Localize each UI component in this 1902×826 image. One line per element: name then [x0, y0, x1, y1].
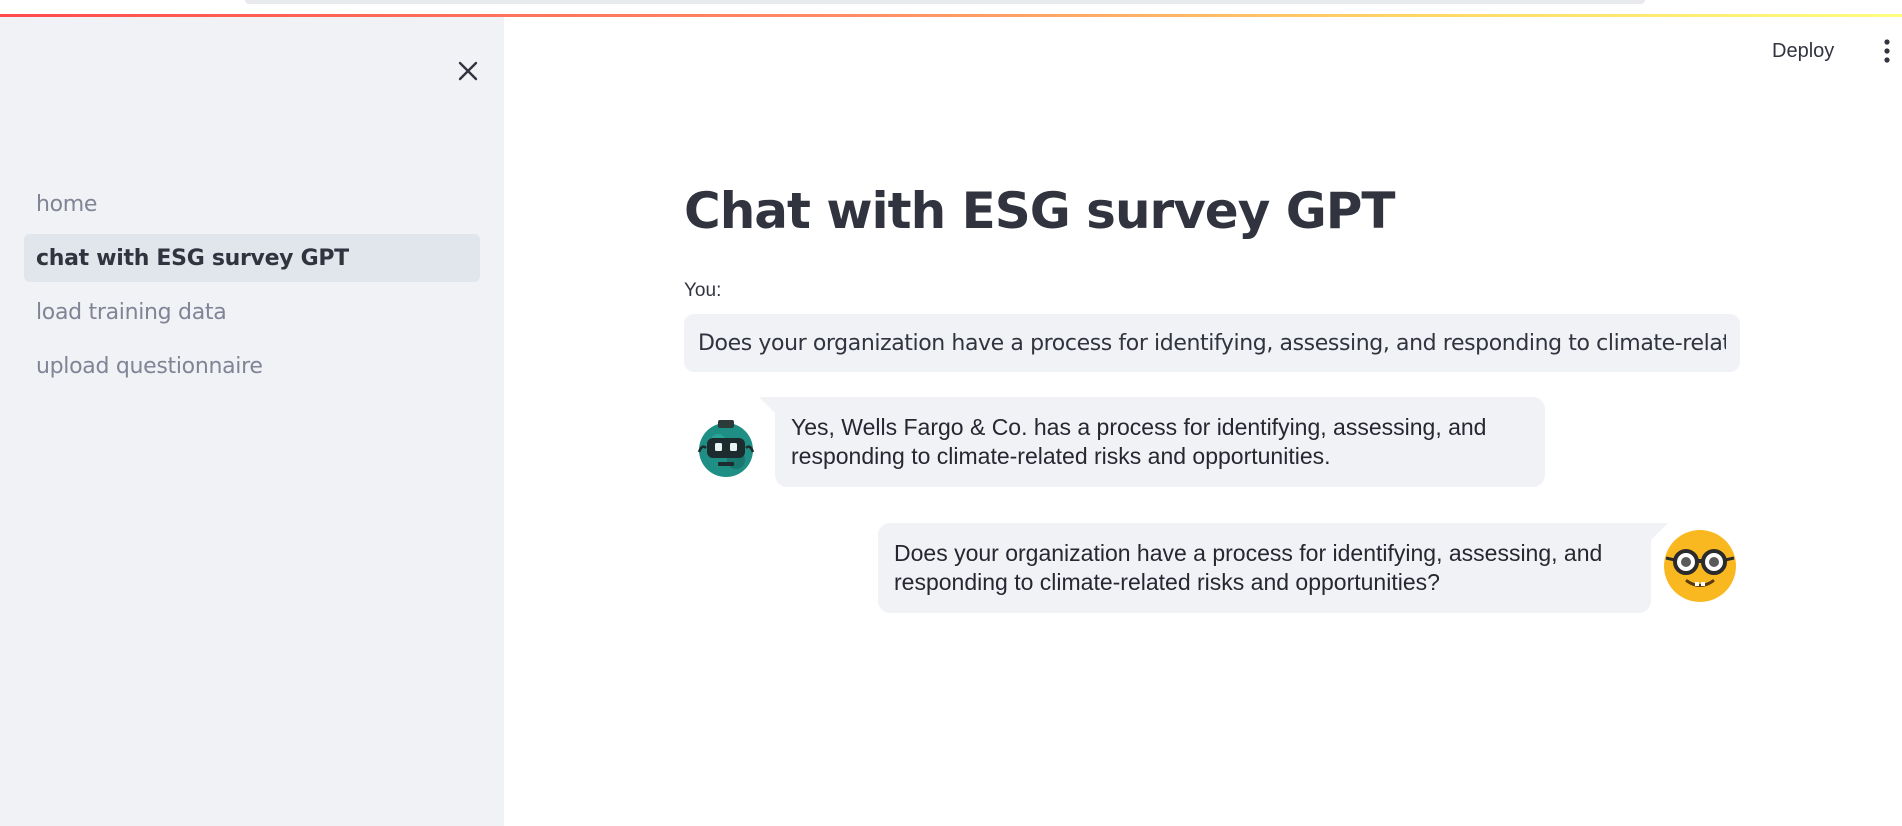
user-message: Does your organization have a process fo…: [878, 523, 1651, 613]
chat-input-label: You:: [684, 280, 722, 301]
robot-avatar-icon: [694, 416, 758, 480]
sidebar: home chat with ESG survey GPT load train…: [0, 17, 504, 826]
nerd-face-avatar-icon: [1662, 528, 1738, 604]
deploy-button[interactable]: Deploy: [1772, 36, 1834, 66]
more-vertical-icon: [1884, 39, 1890, 63]
sidebar-item-label: upload questionnaire: [36, 353, 263, 379]
sidebar-nav: home chat with ESG survey GPT load train…: [24, 180, 480, 396]
sidebar-item-label: home: [36, 191, 98, 217]
header-decoration-stripe: [0, 14, 1902, 17]
chat-input[interactable]: [684, 314, 1740, 372]
bot-message: Yes, Wells Fargo & Co. has a process for…: [775, 397, 1545, 487]
main-menu-button[interactable]: [1872, 36, 1902, 66]
page-title: Chat with ESG survey GPT: [684, 182, 1395, 240]
sidebar-item-upload-questionnaire[interactable]: upload questionnaire: [24, 342, 480, 390]
sidebar-item-label: chat with ESG survey GPT: [36, 245, 349, 271]
sidebar-item-label: load training data: [36, 299, 227, 325]
sidebar-item-chat-with-esg-survey-gpt[interactable]: chat with ESG survey GPT: [24, 234, 480, 282]
sidebar-item-load-training-data[interactable]: load training data: [24, 288, 480, 336]
sidebar-item-home[interactable]: home: [24, 180, 480, 228]
browser-address-bar-edge: [245, 0, 1645, 4]
sidebar-close-button[interactable]: [452, 55, 484, 87]
close-icon: [458, 61, 478, 81]
